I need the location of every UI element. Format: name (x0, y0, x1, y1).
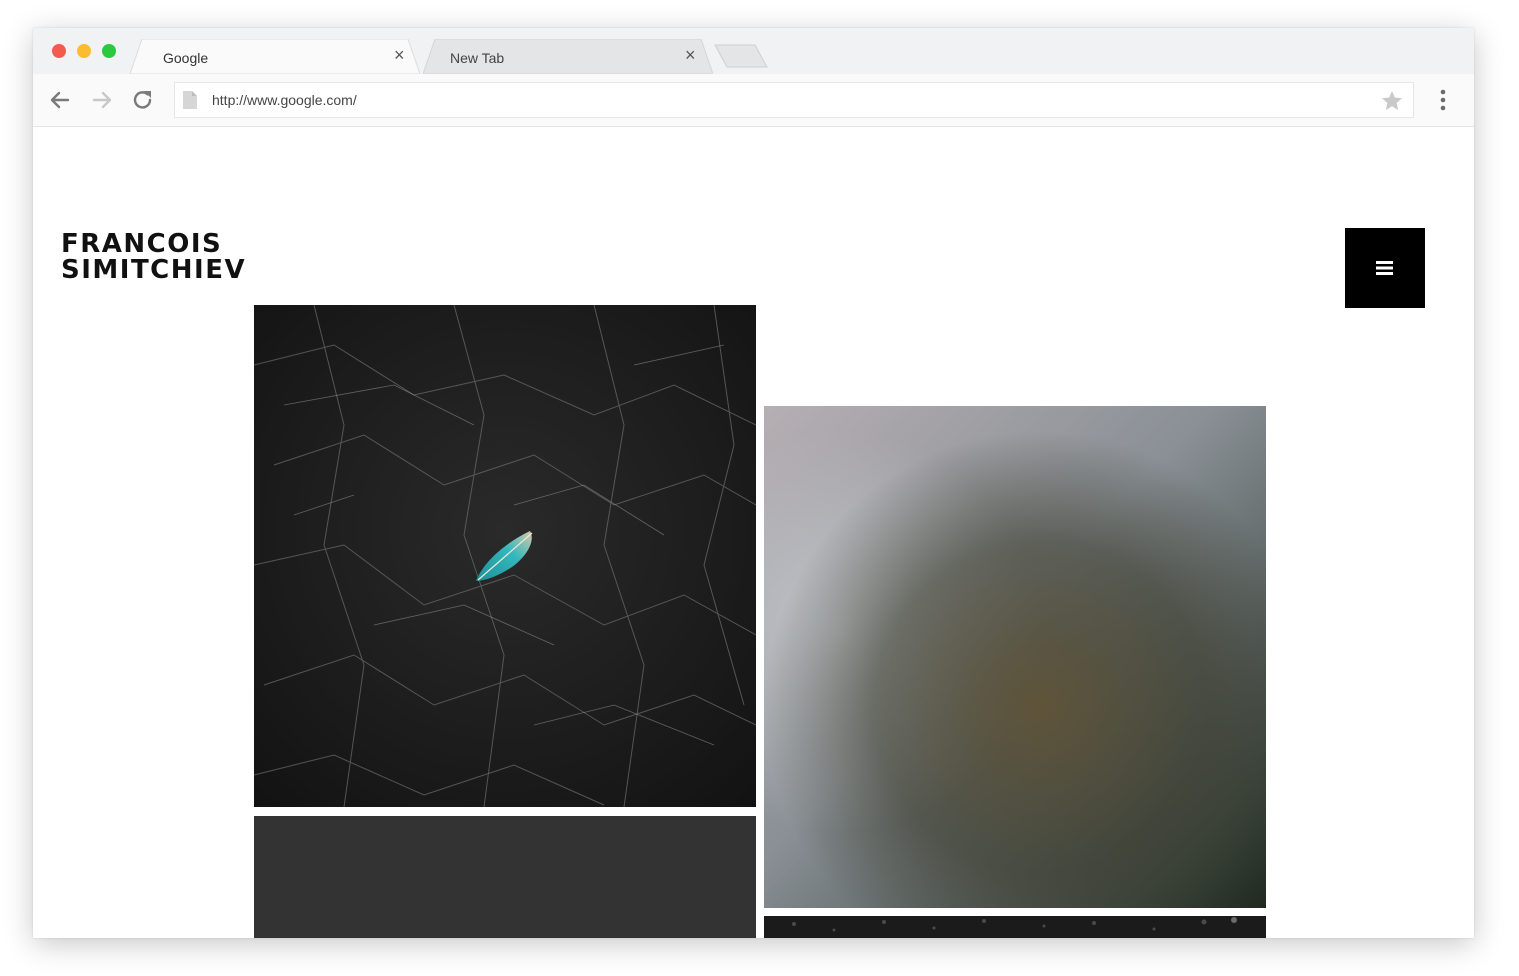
tab-new-tab[interactable]: New Tab × (423, 39, 713, 74)
gravel-image (764, 916, 1266, 938)
photo-dark-gray-panel[interactable] (254, 816, 756, 938)
photo-dark-gravel[interactable] (764, 916, 1266, 938)
tab-close-icon[interactable]: × (394, 46, 405, 64)
close-window-button[interactable] (52, 44, 66, 58)
site-logo[interactable]: FRANCOIS SIMITCHIEV (61, 231, 246, 283)
tab-close-icon[interactable]: × (685, 46, 696, 64)
reload-icon[interactable] (130, 87, 156, 113)
photo-foggy-blur[interactable] (764, 406, 1266, 908)
url-text[interactable]: http://www.google.com/ (212, 92, 357, 108)
minimize-window-button[interactable] (77, 44, 91, 58)
tab-title: New Tab (450, 50, 505, 66)
address-bar[interactable]: http://www.google.com/ (174, 82, 1414, 118)
back-arrow-icon[interactable] (47, 87, 73, 113)
logo-line-first: FRANCOIS (61, 229, 223, 259)
hamburger-icon (1376, 261, 1393, 275)
logo-line-last: SIMITCHIEV (61, 255, 247, 285)
feather-image (254, 305, 756, 807)
forward-arrow-icon[interactable] (89, 87, 115, 113)
browser-window: Google × New Tab × http://www.google.com… (33, 28, 1474, 938)
new-tab-button[interactable] (713, 44, 769, 68)
tab-google[interactable]: Google × (130, 39, 420, 74)
tab-strip: Google × New Tab × (33, 28, 1474, 74)
browser-menu-icon[interactable] (1431, 88, 1455, 112)
maximize-window-button[interactable] (102, 44, 116, 58)
fog-image (764, 406, 1266, 908)
page-icon (183, 91, 197, 109)
browser-toolbar: http://www.google.com/ (33, 74, 1474, 127)
bookmark-star-icon[interactable] (1380, 89, 1404, 113)
photo-feather-on-texture[interactable] (254, 305, 756, 807)
tab-title: Google (163, 50, 209, 66)
menu-button[interactable] (1345, 228, 1425, 308)
page-content: FRANCOIS SIMITCHIEV (33, 127, 1474, 938)
